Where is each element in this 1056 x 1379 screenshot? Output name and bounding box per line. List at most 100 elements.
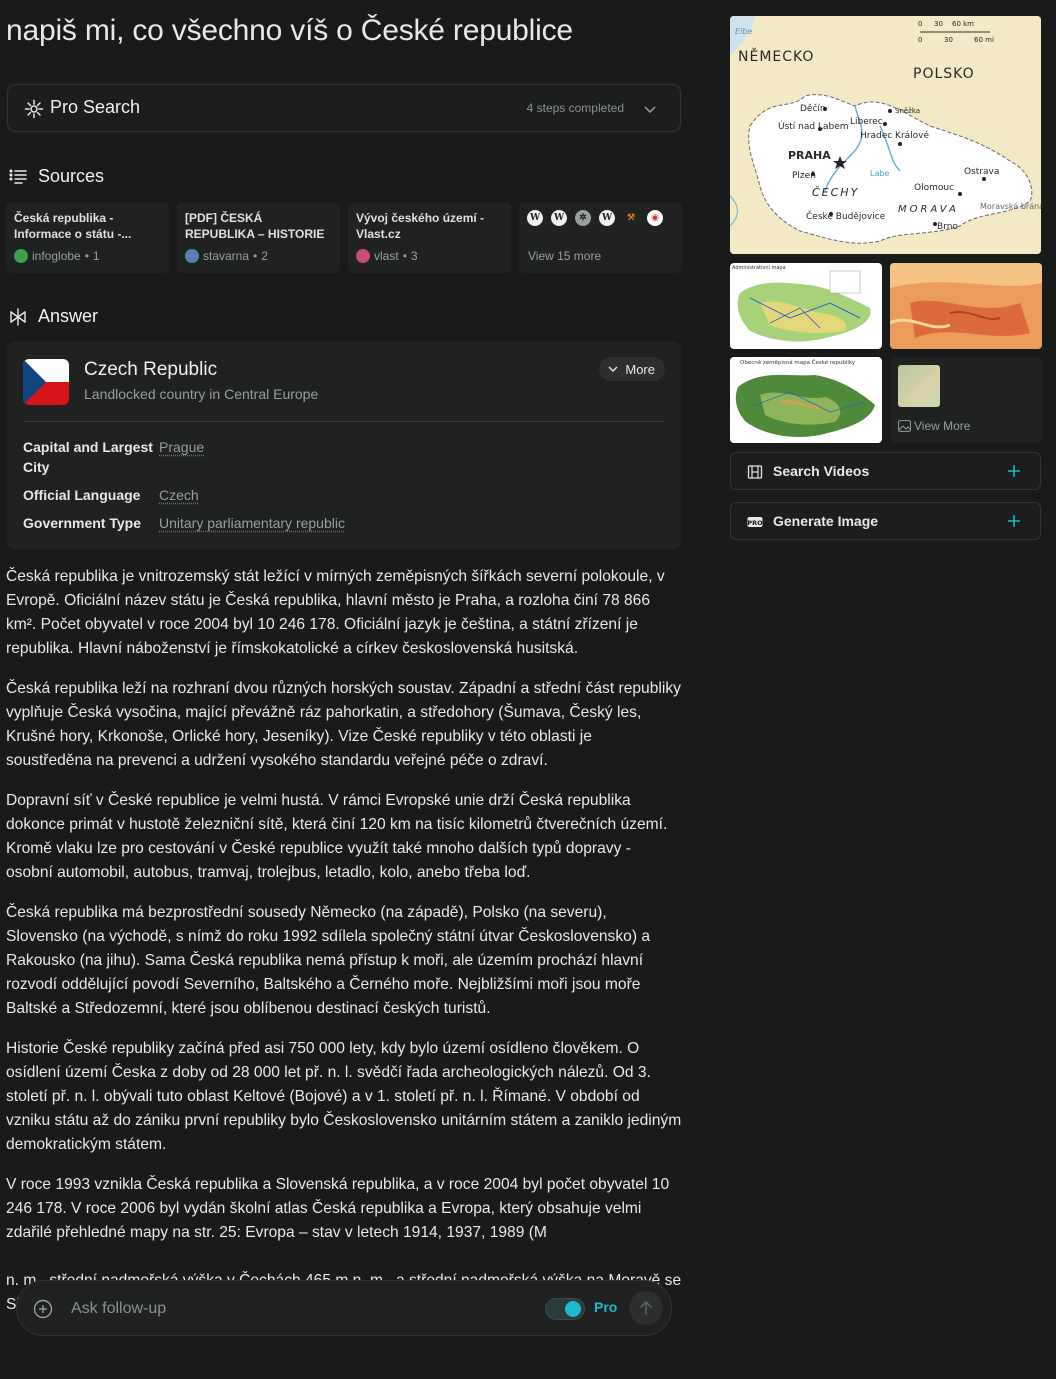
more-button[interactable]: More (599, 357, 665, 381)
plus-icon (1008, 465, 1020, 477)
search-videos-label: Search Videos (773, 463, 870, 479)
sources-list: Česká republika - Informace o státu -...… (6, 202, 682, 273)
svg-text:PRO: PRO (747, 519, 763, 527)
answer-paragraph: V roce 1993 vznikla Česká republika a Sl… (6, 1176, 670, 1241)
pro-toggle[interactable] (545, 1298, 585, 1320)
divider (23, 421, 665, 422)
czech-map-icon: Elbe NĚMECKO POLSKO Děčín Ústí nad Labem… (730, 16, 1041, 254)
map-label: ČECHY (812, 186, 859, 199)
scale-label: 60 mi (974, 36, 994, 44)
pro-search-panel[interactable]: Pro Search 4 steps completed (7, 84, 681, 132)
answer-paragraph: Historie České republiky začíná před asi… (6, 1040, 682, 1153)
image-icon (898, 420, 911, 432)
scale-label: 30 (944, 36, 953, 44)
answer-heading: Answer (8, 306, 98, 327)
answer-icon (10, 307, 26, 326)
favicon-icon (14, 249, 28, 263)
map-thumbnail[interactable]: Obecně zeměpisná mapa České republiky (730, 357, 882, 443)
view-more-sources-label: View 15 more (528, 249, 602, 263)
answer-text: Česká republika je vnitrozemský stát lež… (6, 565, 682, 1333)
source-separator: • (84, 249, 89, 263)
toggle-knob (565, 1301, 581, 1317)
source-card[interactable]: Česká republika - Informace o státu -...… (6, 202, 169, 273)
thumb-title: Obecně zeměpisná mapa České republiky (740, 359, 856, 366)
source-title: Vývoj českého území - Vlast.cz (356, 211, 485, 241)
plus-circle-icon[interactable] (33, 1299, 53, 1319)
fact-key: Capital and Largest City (23, 439, 153, 475)
followup-input[interactable] (71, 1297, 471, 1321)
scale-label: 0 (918, 36, 922, 44)
view-more-label: View More (914, 419, 971, 433)
scale-label: 60 km (952, 20, 974, 28)
view-more-sources-card[interactable]: W W ✲ W ⚒ ◉ View 15 more (519, 202, 682, 273)
scale-label: 0 (918, 20, 922, 28)
map-thumbnail[interactable]: Administrativní mapa (730, 263, 882, 349)
fact-key: Official Language (23, 487, 141, 503)
hydrology-map-icon: Administrativní mapa (730, 263, 882, 349)
followup-bar: Pro (16, 1280, 672, 1336)
map-label: České Budějovice (806, 210, 886, 222)
general-map-icon: Obecně zeměpisná mapa České republiky (730, 357, 882, 443)
sources-label: Sources (38, 166, 105, 186)
view-more-images[interactable]: View More (890, 357, 1042, 443)
map-label: Liberec (850, 117, 883, 127)
favicon-icon (356, 249, 370, 263)
tool-icon: ⚒ (626, 213, 636, 223)
plus-icon (1008, 515, 1020, 527)
fact-key: Government Type (23, 515, 141, 531)
pro-search-label: Pro Search (50, 97, 141, 117)
answer-paragraph: Česká republika je vnitrozemský stát lež… (6, 568, 665, 657)
generate-image-label: Generate Image (773, 513, 879, 529)
more-label: More (625, 361, 655, 377)
source-separator: • (253, 249, 258, 263)
wikipedia-icon: W (551, 210, 567, 226)
source-card[interactable]: Vývoj českého území - Vlast.cz vlast • 3 (348, 202, 511, 273)
fact-value-link[interactable]: Unitary parliamentary republic (159, 513, 345, 533)
source-title: [PDF] ČESKÁ REPUBLIKA – HISTORIE (185, 211, 325, 241)
generate-image-button[interactable]: PRO Generate Image (730, 502, 1041, 540)
map-label: Děčín (800, 103, 826, 114)
map-thumbnail[interactable] (890, 263, 1042, 349)
source-title: Česká republika - Informace o státu -... (14, 211, 132, 241)
answer-label: Answer (38, 306, 99, 326)
map-label: Brno (937, 222, 958, 232)
map-label: Hradec Králové (860, 130, 929, 141)
wikipedia-icon: W (527, 210, 543, 226)
map-label: Moravská brána (980, 202, 1041, 211)
map-label: Labe (870, 169, 889, 178)
fact-value-link[interactable]: Czech (159, 485, 199, 505)
image-preview (898, 365, 940, 407)
search-videos-button[interactable]: Search Videos (730, 452, 1041, 490)
map-label: Sněžka (895, 107, 920, 115)
thumb-title: Administrativní mapa (732, 264, 786, 271)
entity-description: Landlocked country in Central Europe (84, 386, 319, 402)
source-index: 1 (92, 249, 100, 263)
pro-search-icon (24, 99, 44, 119)
scale-label: 30 (934, 20, 943, 28)
source-index: 2 (261, 249, 268, 263)
query-title: napiš mi, co všechno víš o České republi… (6, 14, 573, 47)
globe-icon: ✲ (575, 210, 591, 226)
map-image[interactable]: Elbe NĚMECKO POLSKO Děčín Ústí nad Labem… (730, 16, 1041, 254)
sources-heading: Sources (8, 166, 104, 187)
map-label: MORAVA (898, 204, 959, 215)
favicon-icon (185, 249, 199, 263)
steps-completed: 4 steps completed (526, 101, 624, 115)
send-button[interactable] (629, 1291, 663, 1325)
answer-paragraph: Dopravní síť v České republice je velmi … (6, 792, 668, 881)
avatar-icon: ◉ (647, 210, 663, 226)
source-card[interactable]: [PDF] ČESKÁ REPUBLIKA – HISTORIE stavarn… (177, 202, 340, 273)
pro-label: Pro (594, 1299, 618, 1315)
source-site: stavarna (203, 249, 250, 263)
film-icon (747, 465, 763, 479)
answer-paragraph: Česká republika leží na rozhraní dvou rů… (6, 680, 681, 769)
map-label: Ostrava (964, 167, 999, 177)
chevron-down-icon[interactable] (642, 101, 658, 117)
fact-value-link[interactable]: Prague (159, 437, 204, 457)
czech-flag-icon (23, 359, 69, 405)
map-label: Olomouc (914, 183, 954, 193)
source-index: 3 (410, 249, 418, 263)
map-label: PRAHA (788, 149, 831, 162)
favicon-row: W W ✲ W ⚒ ◉ (527, 210, 674, 226)
map-label: Ústí nad Labem (778, 120, 849, 132)
